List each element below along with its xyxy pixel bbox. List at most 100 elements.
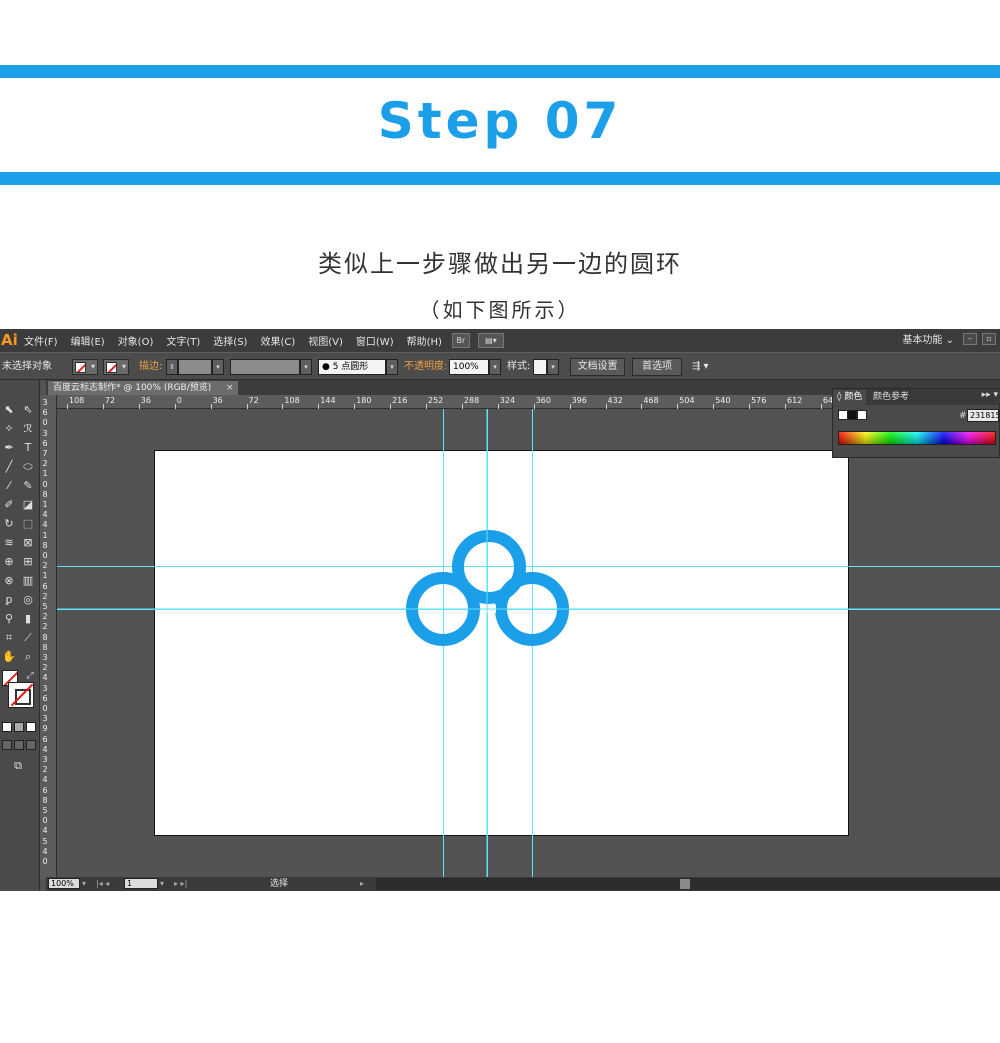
tab-color-guide[interactable]: 颜色参考 (869, 390, 913, 405)
perspective-grid-icon[interactable]: ⊞ (20, 554, 36, 570)
ruler-tick-label: 108 (284, 396, 300, 405)
variable-width-profile[interactable] (230, 359, 300, 375)
screen-mode-icon[interactable]: ⧉ (10, 758, 26, 774)
scale-tool-icon[interactable]: ⬚ (20, 516, 36, 532)
brush-definition-field[interactable]: ● 5 点圆形 (318, 359, 386, 375)
artboard-number-field[interactable]: 1 (124, 878, 158, 889)
color-mode-icon[interactable] (2, 722, 12, 732)
shape-builder-icon[interactable]: ⊕ (1, 554, 17, 570)
none-mode-icon[interactable] (26, 722, 36, 732)
menu-edit[interactable]: 编辑(E) (71, 333, 105, 348)
black-swatch[interactable] (847, 410, 857, 420)
free-transform-icon[interactable]: ⊠ (20, 535, 36, 551)
opacity-dropdown[interactable]: ▾ (489, 359, 501, 375)
artboard-tool-icon[interactable]: ⌗ (1, 630, 17, 646)
hand-tool-icon[interactable]: ✋ (1, 649, 17, 665)
artboard-dropdown-icon[interactable]: ▾ (160, 877, 164, 891)
brush-dropdown[interactable]: ▾ (386, 359, 398, 375)
blend-tool-icon[interactable]: ◎ (20, 592, 36, 608)
menu-select[interactable]: 选择(S) (213, 333, 247, 348)
draw-normal-icon[interactable] (2, 740, 12, 750)
eraser-icon[interactable]: ◪ (20, 497, 36, 513)
pencil-tool-icon[interactable]: ✎ (20, 478, 36, 494)
menu-file[interactable]: 文件(F) (24, 333, 58, 348)
line-tool-icon[interactable]: ╱ (1, 459, 17, 475)
draw-behind-icon[interactable] (14, 740, 24, 750)
document-tab[interactable]: 百度云标志制作* @ 100% (RGB/预览) × (48, 381, 238, 395)
zoom-field[interactable]: 100% (48, 878, 80, 889)
width-tool-icon[interactable]: ≋ (1, 535, 17, 551)
preferences-button[interactable]: 首选项 (632, 358, 682, 376)
ruler-tick-label: 6 (42, 734, 48, 744)
column-graph-icon[interactable]: ▮ (20, 611, 36, 627)
brush-tool-icon[interactable]: ⁄ (1, 478, 17, 494)
ruler-tick-mark (102, 404, 104, 409)
menu-type[interactable]: 文字(T) (166, 333, 200, 348)
opacity-field[interactable]: 100% (449, 359, 489, 375)
stroke-color-box[interactable] (8, 682, 34, 708)
ruler-tick-label: 612 (787, 396, 803, 405)
horizontal-scrollbar[interactable] (376, 878, 1000, 890)
restore-icon[interactable]: ▫ (982, 333, 996, 345)
style-dropdown[interactable]: ▾ (547, 359, 559, 375)
next-artboard-icon[interactable]: ▸ ▸| (174, 877, 187, 891)
ruler-tick-mark (641, 404, 643, 409)
mesh-tool-icon[interactable]: ⊗ (1, 573, 17, 589)
ruler-tick-label: 3 (42, 428, 48, 438)
panel-menu-icon[interactable]: ▸▸ ▾ (982, 390, 998, 400)
menu-window[interactable]: 窗口(W) (356, 333, 394, 348)
status-menu-icon[interactable]: ▸ (360, 877, 364, 891)
color-spectrum[interactable] (838, 431, 996, 445)
first-artboard-icon[interactable]: |◂ ◂ (96, 877, 109, 891)
workspace-switcher[interactable]: 基本功能 ⌄ (902, 329, 954, 352)
style-label: 样式: (507, 361, 531, 372)
gradient-tool-icon[interactable]: ▥ (20, 573, 36, 589)
ruler-tick-label: 1 (42, 571, 48, 581)
pen-tool-icon[interactable]: ✒ (1, 440, 17, 456)
menu-view[interactable]: 视图(V) (308, 333, 343, 348)
menu-effect[interactable]: 效果(C) (260, 333, 295, 348)
artboard[interactable] (154, 450, 849, 836)
minimize-icon[interactable]: – (963, 333, 977, 345)
selection-tool-icon[interactable]: ⬉ (1, 402, 17, 418)
gradient-mode-icon[interactable] (14, 722, 24, 732)
magic-wand-icon[interactable]: ✧ (1, 421, 17, 437)
stroke-label[interactable]: 描边: (139, 359, 162, 375)
zoom-dropdown-icon[interactable]: ▾ (82, 877, 86, 891)
opacity-label[interactable]: 不透明度: (404, 359, 447, 375)
stroke-weight-dropdown[interactable]: ▾ (212, 359, 224, 375)
stroke-weight-stepper[interactable]: ⇕ (166, 359, 178, 375)
ruler-tick-label: 72 (104, 396, 116, 405)
arrange-documents-button[interactable]: ▤▾ (477, 333, 504, 348)
stroke-swatch-button[interactable]: ▾ (103, 359, 129, 375)
tab-color[interactable]: ◊ 颜色 (833, 390, 867, 405)
arrange-icon[interactable]: ⇶ ▾ (692, 359, 709, 375)
close-icon[interactable]: × (226, 381, 234, 395)
zoom-tool-icon[interactable]: ⌕ (20, 649, 36, 665)
direct-selection-tool-icon[interactable]: ⇖ (20, 402, 36, 418)
profile-dropdown[interactable]: ▾ (300, 359, 312, 375)
hex-input[interactable]: 231815 (967, 409, 999, 422)
type-tool-icon[interactable]: T (20, 440, 36, 456)
fill-swatch-button[interactable]: ▾ (72, 359, 98, 375)
swap-colors-icon[interactable]: ⤢ (22, 668, 38, 684)
document-setup-button[interactable]: 文档设置 (570, 358, 625, 376)
menu-object[interactable]: 对象(O) (118, 333, 154, 348)
slice-tool-icon[interactable]: ⟋ (20, 630, 36, 646)
symbol-sprayer-icon[interactable]: ⚲ (1, 611, 17, 627)
rotate-tool-icon[interactable]: ↻ (1, 516, 17, 532)
white-swatch[interactable] (857, 410, 867, 420)
menu-help[interactable]: 帮助(H) (407, 333, 442, 348)
stroke-weight-field[interactable] (178, 359, 212, 375)
ruler-tick-label: 8 (42, 632, 48, 642)
bridge-button[interactable]: Br (451, 333, 470, 348)
eyedropper-icon[interactable]: ꝑ (1, 592, 17, 608)
ruler-tick-label: 540 (715, 396, 731, 405)
ellipse-tool-icon[interactable]: ⬭ (20, 459, 36, 475)
blob-brush-icon[interactable]: ✐ (1, 497, 17, 513)
draw-inside-icon[interactable] (26, 740, 36, 750)
lasso-icon[interactable]: ℛ (20, 421, 36, 437)
style-swatch[interactable] (533, 359, 547, 375)
scrollbar-thumb[interactable] (680, 879, 690, 889)
ruler-tick-label: 1 (42, 530, 48, 540)
